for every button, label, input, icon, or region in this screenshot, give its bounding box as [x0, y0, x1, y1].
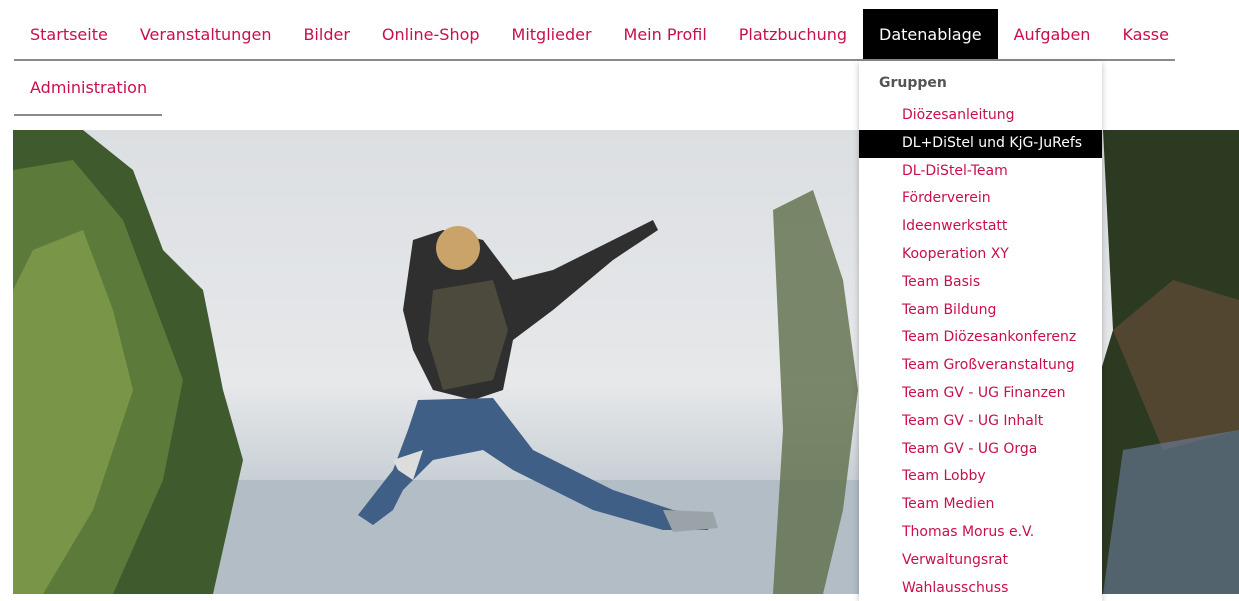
- dropdown-item[interactable]: Diözesanleitung: [859, 102, 1102, 130]
- nav-item-platzbuchung[interactable]: Platzbuchung: [723, 9, 863, 59]
- dropdown-item[interactable]: Team Medien: [859, 491, 1102, 519]
- dropdown-item[interactable]: Team GV - UG Inhalt: [859, 408, 1102, 436]
- main-nav-row-2: Administration: [14, 61, 162, 116]
- dropdown-item[interactable]: Wahlausschuss: [859, 575, 1102, 601]
- dropdown-item[interactable]: Team GV - UG Finanzen: [859, 380, 1102, 408]
- dropdown-item[interactable]: DL-DiStel-Team: [859, 158, 1102, 186]
- dropdown-item[interactable]: Verwaltungsrat: [859, 547, 1102, 575]
- nav-item-datenablage[interactable]: Datenablage: [863, 9, 998, 59]
- dropdown-item-highlighted[interactable]: DL+DiStel und KjG-JuRefs: [859, 129, 1102, 158]
- nav-item-mein-profil[interactable]: Mein Profil: [608, 9, 723, 59]
- dropdown-item[interactable]: Team Basis: [859, 269, 1102, 297]
- nav-item-online-shop[interactable]: Online-Shop: [366, 9, 496, 59]
- dropdown-group-list: Diözesanleitung DL+DiStel und KjG-JuRefs…: [859, 102, 1102, 601]
- nav-item-startseite[interactable]: Startseite: [14, 9, 124, 59]
- dropdown-item[interactable]: Kooperation XY: [859, 241, 1102, 269]
- dropdown-item[interactable]: Team Großveranstaltung: [859, 352, 1102, 380]
- dropdown-item[interactable]: Ideenwerkstatt: [859, 213, 1102, 241]
- dropdown-item[interactable]: Förderverein: [859, 185, 1102, 213]
- dropdown-item[interactable]: Team Bildung: [859, 297, 1102, 325]
- dropdown-item[interactable]: Team Diözesankonferenz: [859, 324, 1102, 352]
- dropdown-item[interactable]: Team GV - UG Orga: [859, 436, 1102, 464]
- dropdown-item[interactable]: Thomas Morus e.V.: [859, 519, 1102, 547]
- dropdown-heading: Gruppen: [879, 75, 947, 91]
- datenablage-dropdown: Gruppen Diözesanleitung DL+DiStel und Kj…: [859, 61, 1102, 601]
- nav-item-kasse[interactable]: Kasse: [1106, 9, 1185, 59]
- nav-item-veranstaltungen[interactable]: Veranstaltungen: [124, 9, 288, 59]
- dropdown-item[interactable]: Team Lobby: [859, 463, 1102, 491]
- nav-item-aufgaben[interactable]: Aufgaben: [998, 9, 1107, 59]
- nav-item-bilder[interactable]: Bilder: [287, 9, 365, 59]
- nav-item-mitglieder[interactable]: Mitglieder: [496, 9, 608, 59]
- nav-item-administration[interactable]: Administration: [14, 61, 162, 116]
- main-nav: Startseite Veranstaltungen Bilder Online…: [14, 9, 1175, 61]
